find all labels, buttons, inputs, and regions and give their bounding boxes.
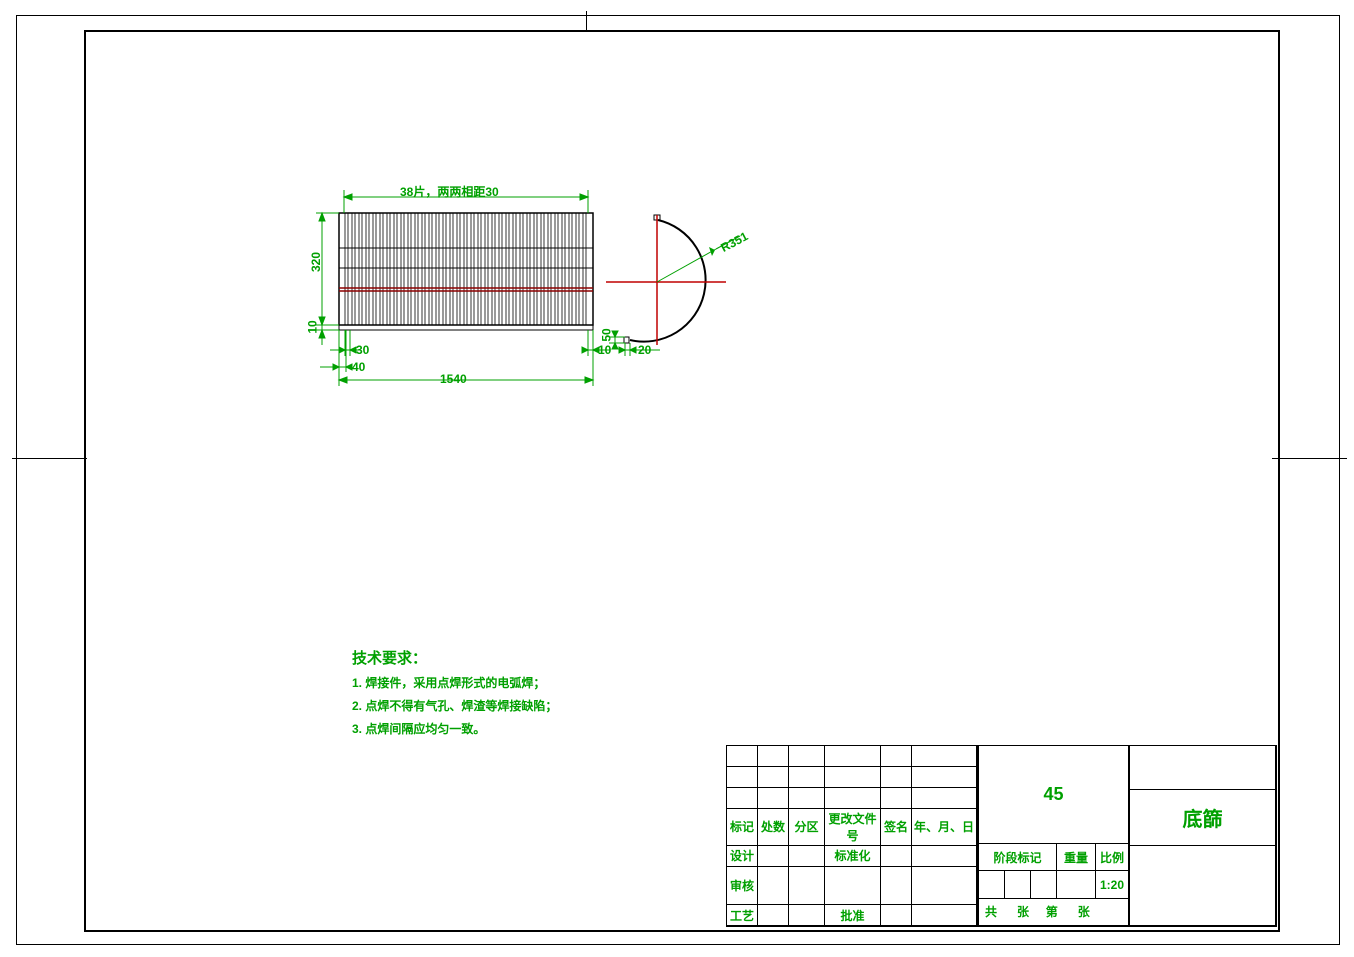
tick-top [586,11,587,31]
drawing-title: 底篩 [1130,790,1277,846]
dim-320: 320 [309,252,323,272]
dim-10v: 10 [306,320,320,333]
hdr-stage: 阶段标记 [979,843,1057,871]
titleblock-revision: 标记 处数 分区 更改文件号 签名 年、月、日 设计 标准化 审核 工艺 批准 [726,745,978,927]
dim-1540: 1540 [440,372,467,386]
tech-note-1: 1. 焊接件，采用点焊形式的电弧焊； [352,674,545,691]
hdr-changeno: 更改文件号 [825,808,881,845]
dim-top-note: 38片，两两相距30 [400,183,499,200]
hdr-num: 处数 [758,808,789,845]
sheets-row: 共 张 第 张 [979,898,1129,926]
dim-30: 30 [356,343,369,357]
tech-note-2: 2. 点焊不得有气孔、焊渣等焊接缺陷； [352,697,557,714]
titleblock-right: 底篩 [1129,745,1277,927]
tech-title: 技术要求： [352,647,427,668]
scale-value: 1:20 [1096,871,1129,899]
row-process: 工艺 [727,905,758,926]
row-design: 设计 [727,845,758,866]
tick-right [1272,458,1347,459]
tick-left [12,458,87,459]
dim-50: 50 [600,328,614,341]
dim-20: 20 [638,343,651,357]
hdr-weight: 重量 [1057,843,1096,871]
hdr-sign: 签名 [881,808,912,845]
docnum: 45 [979,746,1129,844]
row-check: 审核 [727,866,758,905]
row-approve: 批准 [825,905,881,926]
dim-40: 40 [352,360,365,374]
hdr-zone: 分区 [789,808,825,845]
row-std: 标准化 [825,845,881,866]
tech-note-3: 3. 点焊间隔应均匀一致。 [352,720,485,737]
drawing-viewport: 38片，两两相距30 320 10 30 40 1540 10 R351 20 … [0,0,1354,957]
hdr-date: 年、月、日 [912,808,978,845]
titleblock-middle: 45 阶段标记 重量 比例 1:20 共 张 第 张 [978,745,1129,927]
dim-10r: 10 [598,343,611,357]
hdr-scale: 比例 [1096,843,1129,871]
hdr-mark: 标记 [727,808,758,845]
